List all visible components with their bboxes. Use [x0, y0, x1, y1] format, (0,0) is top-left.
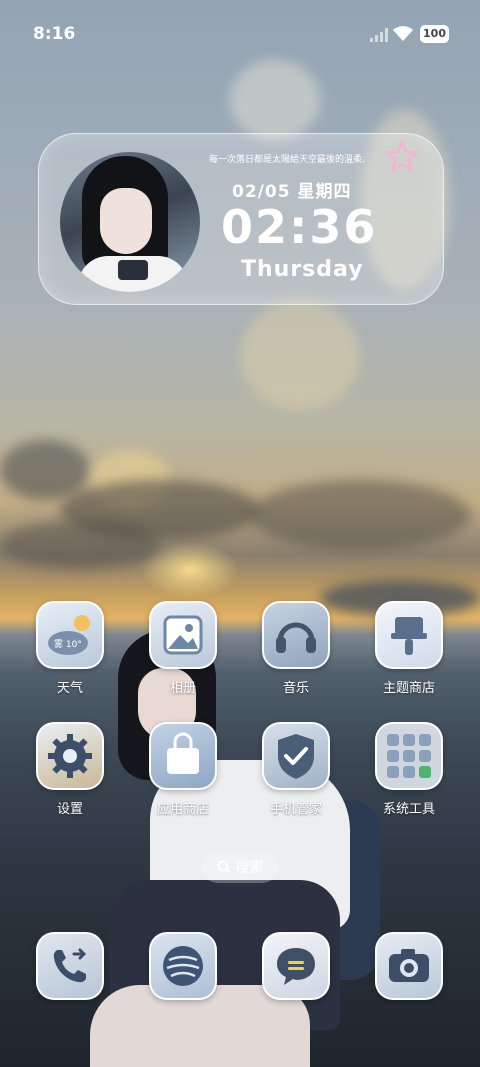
gear-icon: [36, 722, 104, 790]
dock-messages[interactable]: [256, 932, 336, 1032]
search-icon: [217, 860, 231, 874]
gallery-icon: [149, 601, 217, 669]
status-time: 8:16: [33, 24, 76, 44]
search-button[interactable]: 搜索: [202, 851, 278, 883]
app-theme-store[interactable]: 主题商店: [369, 601, 449, 701]
clock-widget[interactable]: 每一次落日都是太陽給天空最後的溫柔. 02/05 星期四 02:36 Thurs…: [38, 133, 444, 305]
avatar-photo: [60, 152, 200, 292]
shopping-bag-icon: [149, 722, 217, 790]
app-label: 系统工具: [382, 802, 435, 817]
messages-icon: [262, 932, 330, 1000]
phone-icon: [36, 932, 104, 1000]
battery-level: 100: [423, 27, 446, 40]
paintbrush-icon: [375, 601, 443, 669]
folder-icon: [375, 722, 443, 790]
weather-badge: 雾 10°: [54, 639, 82, 650]
browser-icon: [149, 932, 217, 1000]
dock-phone[interactable]: [30, 932, 110, 1032]
widget-weekday: Thursday: [241, 257, 364, 282]
app-weather[interactable]: 雾 10° 天气: [30, 601, 110, 701]
app-music[interactable]: 音乐: [256, 601, 336, 701]
app-label: 应用商店: [156, 802, 209, 817]
app-label: 相册: [169, 681, 196, 696]
wifi-icon: [393, 26, 413, 41]
app-label: 手机管家: [269, 802, 322, 817]
app-label: 主题商店: [382, 681, 435, 696]
weather-icon: 雾 10°: [36, 601, 104, 669]
battery-icon: 100: [420, 25, 449, 43]
app-gallery[interactable]: 相册: [143, 601, 223, 701]
widget-clock: 02:36: [221, 200, 378, 254]
app-system-tools[interactable]: 系统工具: [369, 722, 449, 822]
widget-quote: 每一次落日都是太陽給天空最後的溫柔.: [209, 155, 365, 165]
camera-icon: [375, 932, 443, 1000]
app-phone-manager[interactable]: 手机管家: [256, 722, 336, 822]
star-icon: [385, 140, 419, 172]
shield-check-icon: [262, 722, 330, 790]
headphones-icon: [262, 601, 330, 669]
dock-camera[interactable]: [369, 932, 449, 1032]
dock-browser[interactable]: [143, 932, 223, 1032]
app-label: 音乐: [282, 681, 309, 696]
app-settings[interactable]: 设置: [30, 722, 110, 822]
status-bar: 8:16 100: [0, 0, 480, 64]
search-label: 搜索: [235, 860, 264, 876]
app-label: 设置: [56, 802, 83, 817]
signal-icon: [370, 28, 388, 42]
app-app-store[interactable]: 应用商店: [143, 722, 223, 822]
app-label: 天气: [56, 681, 83, 696]
widget-date: 02/05 星期四: [232, 182, 352, 202]
